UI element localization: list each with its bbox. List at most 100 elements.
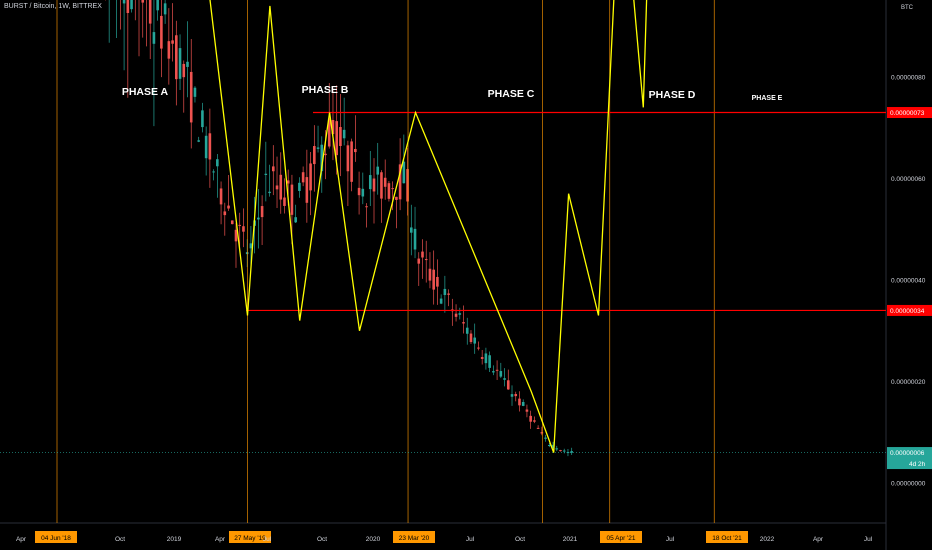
candle-body <box>365 206 368 208</box>
candle-body <box>309 163 312 191</box>
candle-body <box>182 63 186 78</box>
y-tick-label: 0.00000000 <box>891 481 926 488</box>
price-level-tag-label: 0.00000034 <box>890 308 925 315</box>
candle-body <box>148 0 152 24</box>
x-tick-label: Apr <box>813 536 824 543</box>
candle-body <box>387 183 391 199</box>
candle-body <box>402 161 406 184</box>
candle-body <box>335 121 338 156</box>
candle-body <box>242 226 245 232</box>
candle-body <box>313 146 316 165</box>
candle-body <box>436 276 439 287</box>
candle-body <box>473 337 477 344</box>
candle-body <box>417 258 421 264</box>
candle-body <box>525 409 529 412</box>
candle-body <box>555 448 559 450</box>
date-tag-label: 23 Mar '20 <box>399 535 430 542</box>
candle-body <box>447 293 450 295</box>
x-tick-label: 2022 <box>760 536 775 543</box>
candle-body <box>428 268 432 281</box>
candle-body <box>175 35 178 80</box>
candle-body <box>469 333 473 343</box>
candle-body <box>421 251 424 258</box>
candle-body <box>458 313 462 315</box>
x-tick-label: Apr <box>215 536 226 543</box>
candle-body <box>324 153 327 156</box>
candle-body <box>443 288 447 296</box>
candle-body <box>283 197 286 206</box>
y-tick-label: 0.00000060 <box>891 176 926 183</box>
candle-body <box>160 15 163 49</box>
candle-body <box>156 0 159 11</box>
date-tag-label: 04 Jun '18 <box>41 535 71 542</box>
candle-body <box>227 205 230 209</box>
candle-body <box>406 169 409 202</box>
y-tick-label: 0.00000080 <box>891 75 926 82</box>
candle-body <box>413 228 417 250</box>
candle-body <box>544 437 547 439</box>
candle-body <box>189 71 193 123</box>
candle-body <box>122 0 126 4</box>
candle-body <box>391 188 394 190</box>
candle-body <box>380 172 383 199</box>
candle-body <box>510 394 514 397</box>
candle-body <box>197 140 200 142</box>
candle-body <box>186 61 189 67</box>
candle-body <box>521 401 525 406</box>
y-tick-label: 0.00000040 <box>891 278 926 285</box>
candle-body <box>462 322 465 324</box>
x-tick-label: 2019 <box>167 536 182 543</box>
phase-label: PHASE B <box>302 84 349 96</box>
x-tick-label: Oct <box>515 536 525 543</box>
candle-body <box>204 135 208 159</box>
date-tag-label: 05 Apr '21 <box>606 535 635 542</box>
candle-body <box>361 188 365 197</box>
candle-body <box>152 32 156 44</box>
current-price-label: 0.00000006 <box>890 450 925 457</box>
x-tick-label: 2020 <box>366 536 381 543</box>
x-tick-label: Apr <box>16 536 27 543</box>
candle-body <box>514 394 518 397</box>
date-tag-label: 27 May '19 <box>234 535 266 542</box>
candle-body <box>395 196 398 200</box>
phase-label: PHASE A <box>122 86 169 98</box>
candle-body <box>424 259 428 261</box>
candle-body <box>219 188 223 205</box>
candle-body <box>350 141 353 182</box>
candle-body <box>212 171 215 173</box>
candle-body <box>201 110 204 128</box>
x-tick-label: Oct <box>317 536 327 543</box>
candle-body <box>167 41 171 59</box>
candle-body <box>163 3 167 15</box>
candle-body <box>477 347 480 349</box>
candle-body <box>484 353 488 364</box>
candle-body <box>503 378 506 380</box>
candle-body <box>316 147 320 149</box>
candle-body <box>141 0 145 3</box>
countdown-label: 4d 2h <box>909 461 926 468</box>
candle-body <box>130 0 133 10</box>
price-level-tag-label: 0.00000073 <box>890 110 925 117</box>
candle-body <box>357 187 361 196</box>
phase-label: PHASE D <box>649 89 696 101</box>
candle-body <box>432 269 435 290</box>
candle-body <box>506 380 510 390</box>
price-chart[interactable]: 0.00000080 0.00000060 0.00000040 0.00000020… <box>0 0 932 550</box>
candle-body <box>193 87 197 97</box>
candle-body <box>339 127 342 146</box>
date-tag-label: 18 Oct '21 <box>712 535 742 542</box>
candle-body <box>171 40 174 44</box>
candle-body <box>354 148 357 153</box>
candle-body <box>559 450 562 452</box>
candle-body <box>480 357 484 359</box>
candle-body <box>465 327 469 334</box>
candle-body <box>279 174 283 200</box>
candle-body <box>230 220 234 225</box>
candle-body <box>536 427 540 429</box>
candle-body <box>376 166 380 175</box>
candle-body <box>223 211 227 216</box>
candles-group <box>105 0 573 457</box>
candle-body <box>495 369 499 371</box>
candle-body <box>383 177 387 187</box>
candle-body <box>301 172 305 183</box>
